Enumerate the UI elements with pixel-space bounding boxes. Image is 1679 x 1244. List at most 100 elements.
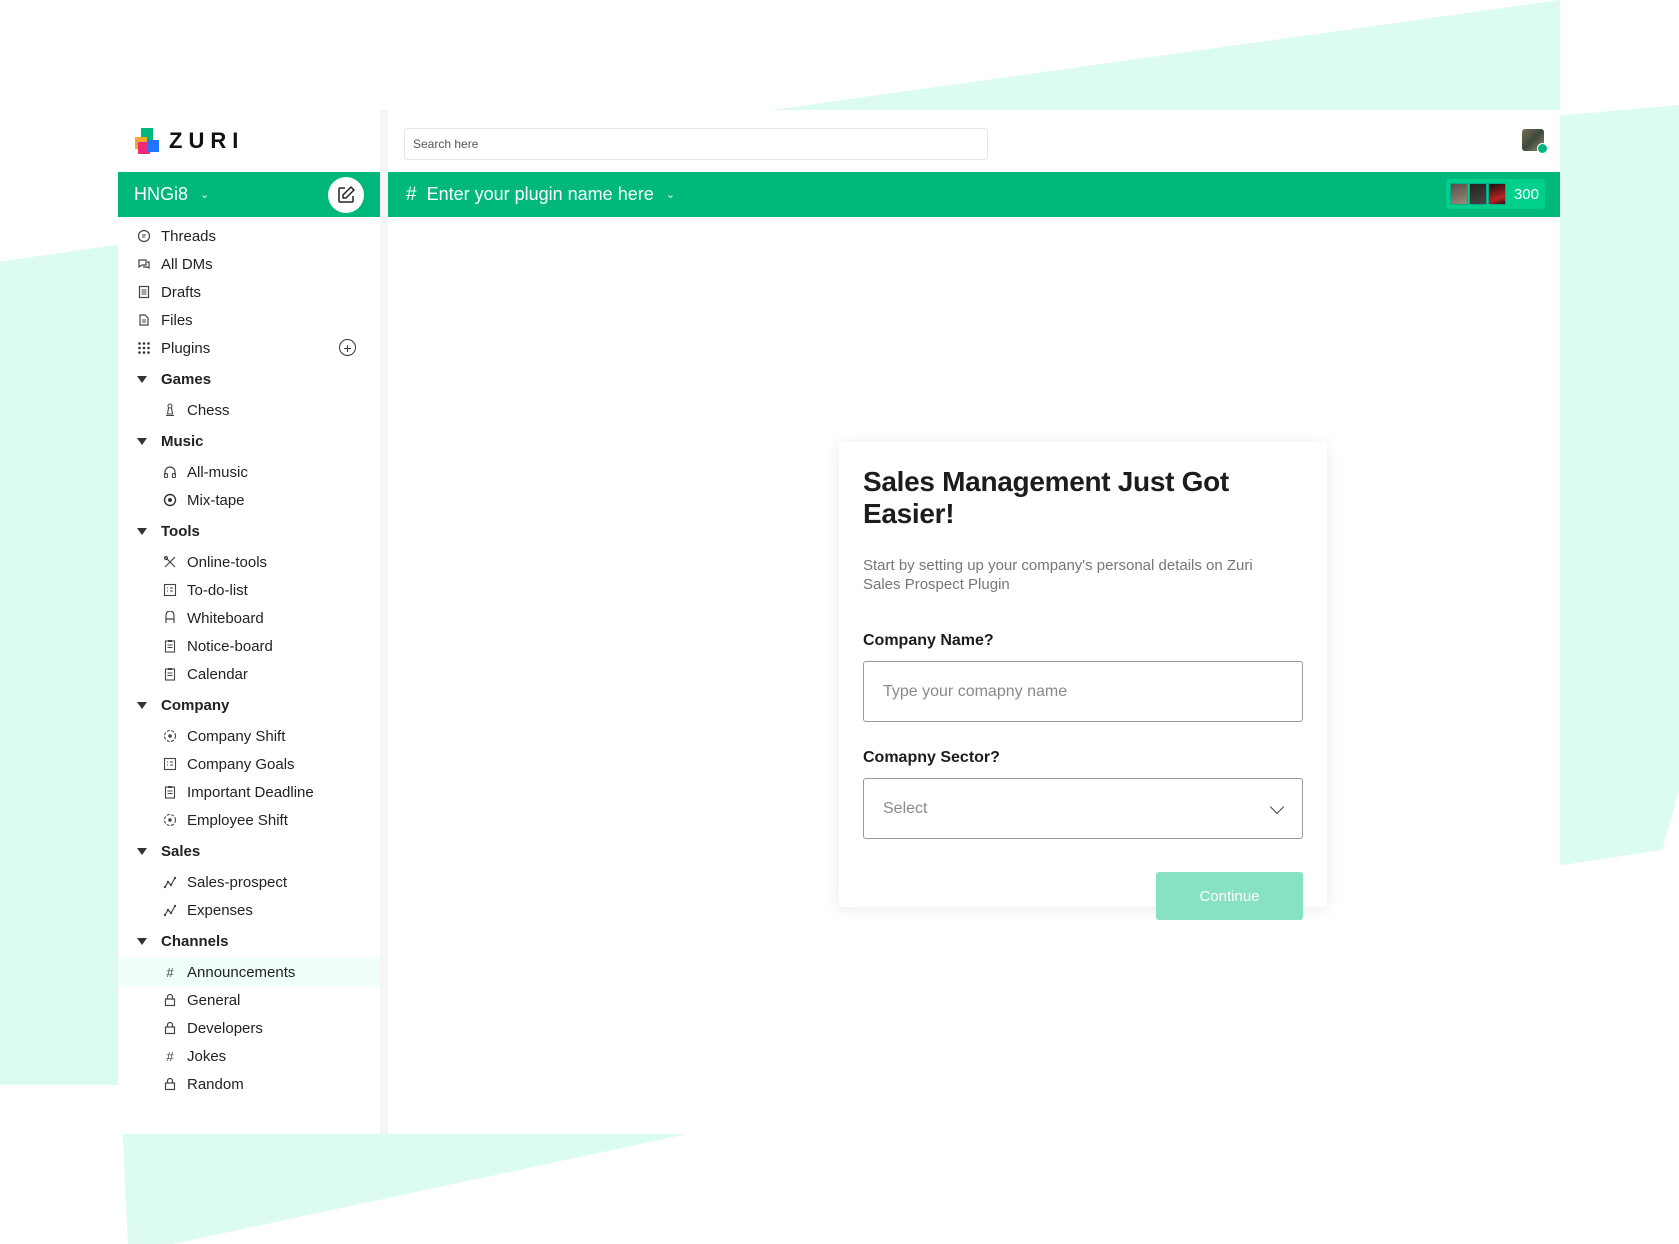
- tools-icon: [162, 554, 178, 570]
- panel-divider: [380, 110, 388, 1134]
- sidebar-item-drafts[interactable]: Drafts: [118, 278, 380, 306]
- add-plugin-button[interactable]: +: [339, 339, 356, 356]
- company-sector-select[interactable]: Select: [863, 778, 1303, 839]
- section-company[interactable]: Company: [118, 688, 380, 722]
- user-avatar[interactable]: [1522, 129, 1548, 154]
- company-sector-label: Comapny Sector?: [863, 749, 1000, 766]
- background-shape: [700, 0, 1560, 120]
- sidebar-item-label: Sales-prospect: [187, 873, 288, 891]
- calendar-icon: [162, 666, 178, 682]
- lock-icon: [162, 992, 178, 1008]
- app-window: ZURI HNGi8 ⌄ Threads All DMs Drafts File…: [118, 110, 1560, 1134]
- button-row: Continue: [863, 872, 1303, 920]
- sidebar-item-calendar[interactable]: Calendar: [118, 660, 380, 688]
- sidebar-item-label: Files: [161, 311, 193, 329]
- card-subtitle: Start by setting up your company's perso…: [863, 557, 1253, 593]
- caret-down-icon: [137, 527, 147, 535]
- stage: ZURI HNGi8 ⌄ Threads All DMs Drafts File…: [0, 0, 1679, 1244]
- section-channels[interactable]: Channels: [118, 924, 380, 958]
- grid-icon: [136, 340, 152, 356]
- section-title: Channels: [161, 932, 229, 950]
- member-avatar: [1487, 183, 1506, 205]
- company-sector-value: Select: [883, 799, 928, 817]
- hash-icon: #: [166, 1048, 174, 1064]
- section-music[interactable]: Music: [118, 424, 380, 458]
- sidebar-item-announcements[interactable]: # Announcements: [118, 958, 380, 986]
- chevron-down-icon[interactable]: ⌄: [666, 188, 675, 201]
- chart-icon: [162, 902, 178, 918]
- threads-icon: [136, 228, 152, 244]
- company-name-input[interactable]: Type your comapny name: [863, 661, 1303, 722]
- headphones-icon: [162, 464, 178, 480]
- sidebar-item-general[interactable]: General: [118, 986, 380, 1014]
- section-title: Games: [161, 370, 212, 388]
- sidebar-item-label: Mix-tape: [187, 491, 245, 509]
- sidebar-item-company-shift[interactable]: Company Shift: [118, 722, 380, 750]
- hash-icon: #: [406, 183, 417, 205]
- sidebar-item-label: Developers: [187, 1019, 263, 1037]
- continue-button[interactable]: Continue: [1156, 872, 1303, 920]
- sidebar-item-label: Employee Shift: [187, 811, 288, 829]
- sidebar-item-sales-prospect[interactable]: Sales-prospect: [118, 868, 380, 896]
- compose-button[interactable]: [328, 177, 364, 213]
- company-name-placeholder: Type your comapny name: [883, 682, 1068, 700]
- section-games[interactable]: Games: [118, 362, 380, 396]
- sidebar-item-label: Chess: [187, 401, 230, 419]
- shift-icon: [162, 728, 178, 744]
- sidebar-item-label: Random: [187, 1075, 244, 1093]
- caret-down-icon: [137, 375, 147, 383]
- card-title: Sales Management Just Got Easier!: [863, 466, 1229, 529]
- member-count: 300: [1513, 185, 1539, 203]
- sidebar-item-plugins[interactable]: Plugins +: [118, 334, 380, 362]
- chevron-down-icon: ⌄: [200, 189, 210, 201]
- board-icon: [162, 610, 178, 626]
- hash-icon: #: [166, 964, 174, 980]
- sidebar-item-label: General: [187, 991, 241, 1009]
- search-input[interactable]: Search here: [404, 128, 988, 160]
- sidebar-item-important-deadline[interactable]: Important Deadline: [118, 778, 380, 806]
- section-sales[interactable]: Sales: [118, 834, 380, 868]
- sidebar-item-all-dms[interactable]: All DMs: [118, 250, 380, 278]
- section-tools[interactable]: Tools: [118, 514, 380, 548]
- members-button[interactable]: 300: [1445, 179, 1545, 209]
- section-title: Sales: [161, 842, 201, 860]
- workspace-name: HNGi8: [134, 184, 189, 204]
- sidebar-item-label: Online-tools: [187, 553, 268, 571]
- sidebar-item-jokes[interactable]: # Jokes: [118, 1042, 380, 1070]
- sidebar-item-threads[interactable]: Threads: [118, 222, 380, 250]
- member-avatar: [1468, 183, 1487, 205]
- compose-icon: [338, 186, 355, 203]
- sidebar-item-random[interactable]: Random: [118, 1070, 380, 1098]
- chess-icon: [162, 402, 178, 418]
- plugin-title[interactable]: Enter your plugin name here: [427, 184, 654, 205]
- sidebar-item-label: Important Deadline: [187, 783, 314, 801]
- logo-text: ZURI: [169, 128, 245, 153]
- sidebar-item-files[interactable]: Files: [118, 306, 380, 334]
- sidebar-item-company-goals[interactable]: Company Goals: [118, 750, 380, 778]
- workspace-header[interactable]: HNGi8 ⌄: [118, 172, 380, 217]
- plugin-header: # Enter your plugin name here ⌄ 300: [388, 172, 1560, 217]
- dms-icon: [136, 256, 152, 272]
- chart-icon: [162, 874, 178, 890]
- sidebar-item-all-music[interactable]: All-music: [118, 458, 380, 486]
- sidebar-item-chess[interactable]: Chess: [118, 396, 380, 424]
- sidebar-item-notice-board[interactable]: Notice-board: [118, 632, 380, 660]
- sidebar-item-label: Announcements: [187, 963, 296, 981]
- sidebar-item-to-do-list[interactable]: To-do-list: [118, 576, 380, 604]
- lock-icon: [162, 1020, 178, 1036]
- sidebar-item-whiteboard[interactable]: Whiteboard: [118, 604, 380, 632]
- sidebar-item-employee-shift[interactable]: Employee Shift: [118, 806, 380, 834]
- clipboard-icon: [162, 638, 178, 654]
- search-placeholder: Search here: [413, 137, 479, 151]
- sidebar-item-label: Calendar: [187, 665, 248, 683]
- chevron-down-icon: [1269, 799, 1285, 815]
- caret-down-icon: [137, 937, 147, 945]
- section-title: Tools: [161, 522, 200, 540]
- sidebar-item-online-tools[interactable]: Online-tools: [118, 548, 380, 576]
- sidebar-item-mix-tape[interactable]: Mix-tape: [118, 486, 380, 514]
- sidebar-item-developers[interactable]: Developers: [118, 1014, 380, 1042]
- zuri-logo[interactable]: ZURI: [135, 128, 244, 154]
- logo-icon: [135, 128, 161, 154]
- section-title: Music: [161, 432, 204, 450]
- sidebar-item-expenses[interactable]: Expenses: [118, 896, 380, 924]
